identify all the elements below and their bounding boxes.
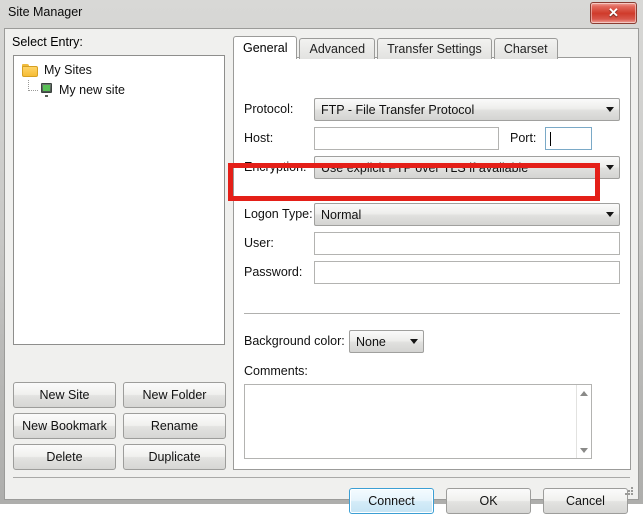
tree-item-my-new-site[interactable]: My new site [14, 80, 224, 100]
tab-charset[interactable]: Charset [493, 38, 558, 59]
host-input[interactable] [314, 127, 499, 150]
close-button[interactable]: ✕ [590, 2, 637, 24]
password-input[interactable] [314, 261, 620, 284]
encryption-label: Encryption: [244, 160, 307, 174]
user-label: User: [244, 236, 274, 250]
protocol-label: Protocol: [244, 102, 294, 116]
port-label: Port: [510, 131, 537, 145]
encryption-value: Use explicit FTP over TLS if available [321, 160, 529, 175]
protocol-dropdown[interactable]: FTP - File Transfer Protocol [314, 98, 620, 121]
host-label: Host: [244, 131, 274, 145]
title-bar[interactable]: Site Manager ✕ [0, 0, 643, 28]
background-color-label: Background color: [244, 334, 345, 348]
server-icon [40, 83, 53, 97]
site-manager-window: Site Manager ✕ Select Entry: My Sites My… [0, 0, 643, 514]
section-divider [244, 313, 620, 314]
connect-button[interactable]: Connect [349, 488, 434, 514]
tree-item-label: My new site [59, 83, 125, 97]
password-label: Password: [244, 265, 303, 279]
background-color-dropdown[interactable]: None [349, 330, 424, 353]
duplicate-button[interactable]: Duplicate [123, 444, 226, 470]
logon-type-label: Logon Type: [244, 207, 313, 221]
comments-textarea[interactable] [244, 384, 592, 459]
select-entry-label: Select Entry: [12, 35, 83, 49]
window-title: Site Manager [8, 5, 83, 19]
tab-transfer-settings[interactable]: Transfer Settings [377, 38, 492, 59]
logon-type-dropdown[interactable]: Normal [314, 203, 620, 226]
comments-scrollbar[interactable] [576, 385, 591, 458]
close-icon: ✕ [608, 5, 619, 20]
ok-button[interactable]: OK [446, 488, 531, 514]
folder-icon [22, 63, 38, 77]
encryption-dropdown[interactable]: Use explicit FTP over TLS if available [314, 156, 620, 179]
user-input[interactable] [314, 232, 620, 255]
new-bookmark-button[interactable]: New Bookmark [13, 413, 116, 439]
tab-strip: General Advanced Transfer Settings Chars… [233, 35, 560, 59]
tree-item-my-sites[interactable]: My Sites [14, 60, 224, 80]
chevron-down-icon [601, 107, 619, 112]
chevron-down-icon [405, 339, 423, 344]
tab-advanced[interactable]: Advanced [299, 38, 376, 59]
dialog-client-area: Select Entry: My Sites My new site New S… [4, 28, 639, 514]
settings-notebook: General Advanced Transfer Settings Chars… [233, 35, 631, 470]
tab-general[interactable]: General [233, 36, 298, 59]
footer-divider [13, 477, 630, 478]
scroll-down-icon[interactable] [577, 443, 591, 457]
new-folder-button[interactable]: New Folder [123, 382, 226, 408]
protocol-value: FTP - File Transfer Protocol [321, 102, 475, 117]
tree-branch-line [28, 80, 38, 91]
delete-button[interactable]: Delete [13, 444, 116, 470]
new-site-button[interactable]: New Site [13, 382, 116, 408]
comments-label: Comments: [244, 364, 308, 378]
site-tree[interactable]: My Sites My new site [13, 55, 225, 345]
chevron-down-icon [601, 212, 619, 217]
resize-grip[interactable] [623, 485, 635, 497]
rename-button[interactable]: Rename [123, 413, 226, 439]
chevron-down-icon [601, 165, 619, 170]
cancel-button[interactable]: Cancel [543, 488, 628, 514]
logon-type-value: Normal [321, 207, 362, 222]
port-input[interactable] [545, 127, 592, 150]
text-caret [550, 132, 551, 146]
general-tab-page: Protocol: FTP - File Transfer Protocol H… [233, 57, 631, 470]
tree-item-label: My Sites [44, 63, 92, 77]
background-color-value: None [356, 334, 386, 349]
scroll-up-icon[interactable] [577, 386, 591, 400]
